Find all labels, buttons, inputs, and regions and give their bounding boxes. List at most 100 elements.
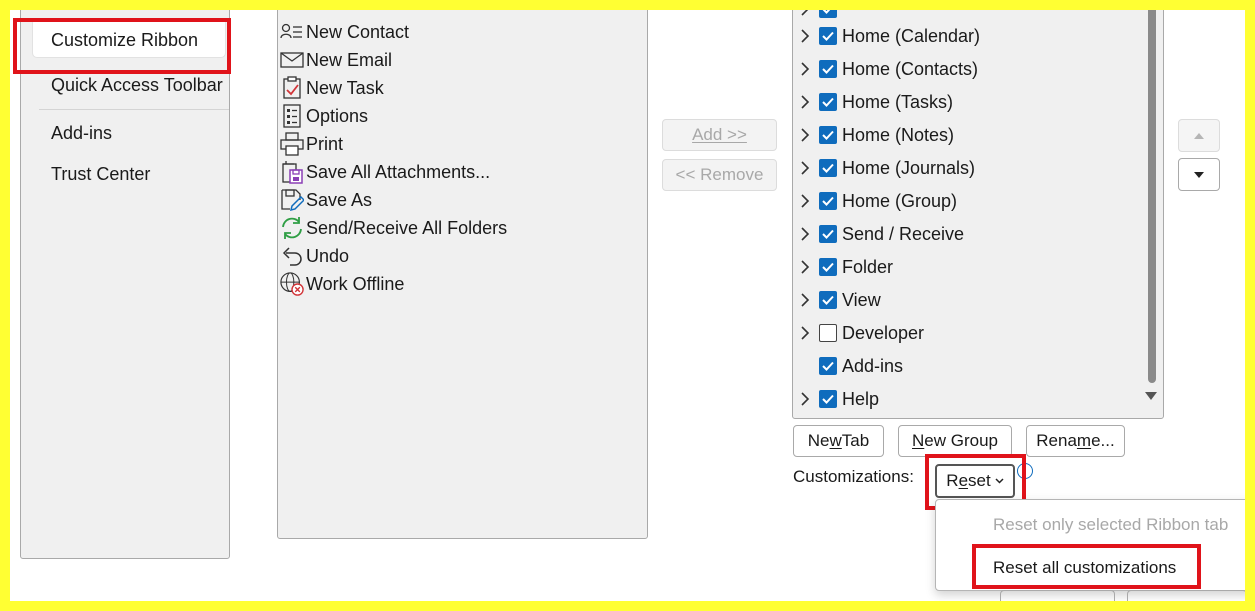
move-down-button[interactable] [1178,158,1220,191]
command-label: Work Offline [306,273,405,294]
triangle-up-icon [1194,132,1204,139]
ribbon-tab-label: Send / Receive [842,223,965,244]
checkbox-checked[interactable] [819,10,837,18]
nav-divider [39,109,229,110]
command-item[interactable]: Options [280,103,368,129]
command-label: New Task [306,77,384,98]
command-item[interactable]: Save As [280,187,372,213]
command-label: Send/Receive All Folders [306,217,508,238]
checkbox-checked[interactable] [819,60,837,78]
chevron-right-icon[interactable] [797,293,813,307]
checkbox-checked[interactable] [819,159,837,177]
chevron-right-icon[interactable] [797,29,813,43]
command-item[interactable]: Print [280,131,343,157]
checkbox-checked[interactable] [819,258,837,276]
commands-list[interactable]: New Contact New Email New Task Options P… [277,10,648,539]
ribbon-tab-label: Folder [842,256,894,277]
reset-dropdown-menu: Reset only selected Ribbon tab Reset all… [935,499,1245,591]
checkbox-checked[interactable] [819,225,837,243]
ribbon-tabs-tree[interactable]: Home (Calendar) Home (Contacts) Home (Task… [792,10,1164,419]
command-item[interactable]: New Contact [280,19,409,45]
task-clipboard-icon [280,76,304,100]
chevron-right-icon[interactable] [797,62,813,76]
menu-item-reset-all[interactable]: Reset all customizations [993,558,1176,578]
ribbon-tab-row[interactable]: Home (Notes) [797,121,954,149]
ribbon-tab-row[interactable]: Folder [797,253,893,281]
checkbox-checked[interactable] [819,192,837,210]
new-tab-label-pre: Ne [807,431,830,450]
chevron-right-icon[interactable] [797,392,813,406]
ribbon-tab-label: View [842,289,881,310]
command-item[interactable]: Save All Attachments... [280,159,490,185]
checkbox-checked[interactable] [819,27,837,45]
checkbox-unchecked[interactable] [819,324,837,342]
command-item[interactable]: Work Offline [280,271,404,297]
nav-item-trust-center[interactable]: Trust Center [51,164,150,185]
envelope-icon [280,48,304,72]
ribbon-tab-label: Add-ins [842,355,904,376]
nav-item-quick-access-toolbar[interactable]: Quick Access Toolbar [51,75,223,96]
command-item[interactable]: New Email [280,47,392,73]
command-label: Print [306,133,344,154]
chevron-right-icon[interactable] [797,227,813,241]
move-up-button[interactable] [1178,119,1220,152]
nav-item-customize-ribbon[interactable]: Customize Ribbon [51,30,198,51]
ribbon-tab-row[interactable]: Developer [797,319,924,347]
checkbox-checked[interactable] [819,93,837,111]
command-label: Save All Attachments... [306,161,491,182]
command-label: Save As [306,189,373,210]
new-tab-accel: w [829,431,842,450]
command-item[interactable]: Send/Receive All Folders [280,215,507,241]
printer-icon [280,132,304,156]
ribbon-tab-row[interactable]: Add-ins [797,352,903,380]
checkbox-checked[interactable] [819,126,837,144]
ribbon-tab-row[interactable]: Help [797,385,879,413]
new-group-accel: N [912,431,925,450]
new-tab-label-post: Tab [841,431,870,450]
chevron-right-icon[interactable] [797,260,813,274]
reset-accel: e [958,471,969,490]
save-attachments-icon [280,160,304,184]
ok-button-partial[interactable] [1000,590,1115,601]
ribbon-tab-row[interactable]: Home (Journals) [797,154,975,182]
command-item[interactable]: Undo [280,243,349,269]
new-group-button[interactable]: New Group [898,425,1012,457]
ribbon-tab-label: Help [842,388,880,409]
save-as-icon [280,188,304,212]
rename-button[interactable]: Rena m e... [1026,425,1125,457]
chevron-right-icon[interactable] [797,128,813,142]
add-button[interactable]: Add >> [662,119,777,151]
chevron-right-icon[interactable] [797,10,813,16]
ribbon-tab-row[interactable]: Home (Calendar) [797,22,980,50]
ribbon-tab-row[interactable]: Home (Contacts) [797,55,978,83]
ribbon-tab-row[interactable]: View [797,286,881,314]
cancel-button-partial[interactable] [1127,590,1245,601]
word-options-dialog: Customize Ribbon Quick Access Toolbar Ad… [10,10,1245,601]
new-tab-button[interactable]: Ne w Tab [793,425,884,457]
globe-offline-icon [280,272,304,296]
triangle-down-icon [1194,171,1204,178]
ribbon-tab-row[interactable]: Home (Group) [797,187,957,215]
ribbon-tab-label: Home (Group) [842,190,958,211]
scrollbar-thumb[interactable] [1148,10,1156,383]
menu-item-reset-selected-tab[interactable]: Reset only selected Ribbon tab [993,515,1228,535]
checkbox-checked[interactable] [819,357,837,375]
ribbon-tab-row[interactable]: Send / Receive [797,220,964,248]
command-label: Undo [306,245,350,266]
rename-label-pre: Rena [1036,431,1077,450]
ribbon-tab-label: Home (Journals) [842,157,976,178]
scroll-down-arrow-icon[interactable] [1144,388,1158,406]
chevron-right-icon[interactable] [797,326,813,340]
chevron-right-icon[interactable] [797,95,813,109]
checkbox-checked[interactable] [819,390,837,408]
info-icon[interactable] [1017,463,1033,479]
command-item[interactable]: New Task [280,75,384,101]
remove-button[interactable]: << Remove [662,159,777,191]
nav-item-add-ins[interactable]: Add-ins [51,123,112,144]
reset-dropdown-button[interactable]: Re set [935,464,1015,498]
new-group-label-post: ew Group [924,431,998,450]
chevron-right-icon[interactable] [797,161,813,175]
ribbon-tab-row[interactable]: Home (Tasks) [797,88,953,116]
checkbox-checked[interactable] [819,291,837,309]
chevron-right-icon[interactable] [797,194,813,208]
